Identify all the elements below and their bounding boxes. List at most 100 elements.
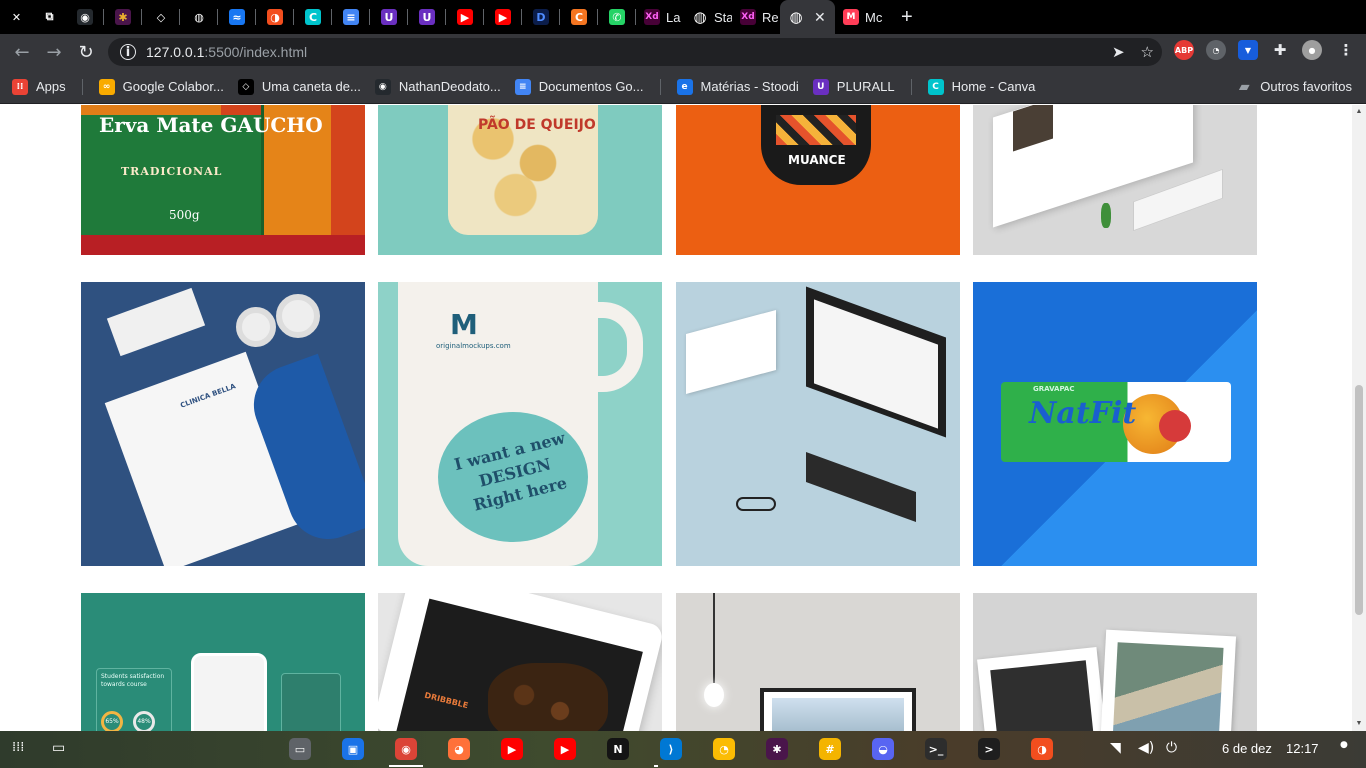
shelf-clock[interactable]: 12:17 (1286, 741, 1319, 756)
scrollbar-thumb[interactable] (1355, 385, 1363, 615)
browser-tab[interactable]: ≈ (218, 0, 256, 34)
figma-icon[interactable]: ◑ (1031, 738, 1053, 760)
messenger-icon: ≈ (229, 9, 245, 25)
close-icon: ✕ (8, 9, 25, 25)
adblock-icon[interactable]: ABP (1174, 40, 1194, 60)
launcher-icon[interactable]: ⁞⁞⁞ (12, 740, 24, 755)
bookmark-item[interactable]: ◉ NathanDeodato... (374, 78, 501, 95)
gallery-tile-pao-de-queijo-mockup[interactable]: PÃO DE QUEIJO (378, 105, 662, 255)
send-icon[interactable]: ➤ (1112, 43, 1125, 61)
hashtag-icon[interactable]: # (819, 738, 841, 760)
stoodi-icon: e (676, 78, 693, 95)
youtube-music-icon: ▶ (457, 9, 473, 25)
youtube-icon[interactable]: ▶ (501, 738, 523, 760)
bar-brand: GRAVAPAC (1033, 385, 1075, 393)
bookmark-item[interactable]: ∞ Google Colabor... (98, 78, 224, 95)
gallery-tile-muance-coffee-mockup[interactable]: MUANCE (676, 105, 960, 255)
bookmark-item[interactable]: ≡ Documentos Go... (514, 78, 644, 95)
slack-icon[interactable]: ✱ (766, 738, 788, 760)
gallery-tile-isometric-devices-mockup[interactable] (676, 282, 960, 566)
gallery-tile-mug-design-mockup[interactable]: M originalmockups.com I want a new DESIG… (378, 282, 662, 566)
close-tab-icon[interactable]: ✕ (814, 9, 826, 26)
tab-title: Sta (714, 9, 732, 25)
bookmark-star-icon[interactable]: ☆ (1141, 43, 1154, 61)
browser-tab[interactable]: U (370, 0, 408, 34)
browser-tab[interactable]: ⧉ (33, 0, 66, 34)
forward-button[interactable]: → (38, 38, 70, 66)
extension-gauge-icon[interactable]: ◔ (1206, 40, 1226, 60)
browser-tab[interactable]: C (294, 0, 332, 34)
product-weight: 500g (169, 208, 200, 222)
gallery-tile-natfit-bar-mockup[interactable]: GRAVAPAC NatFit (973, 282, 1257, 566)
gallery-tile-website-devices-mockup[interactable] (973, 105, 1257, 255)
product-caption: NatFit (1029, 396, 1137, 431)
other-bookmarks-label: Outros favoritos (1260, 79, 1352, 94)
browser-tab[interactable]: ◑ (256, 0, 294, 34)
bookmark-item[interactable]: ⁞⁞ Apps (12, 78, 66, 95)
bookmark-item[interactable]: U PLURALL (812, 78, 895, 95)
notification-dot-icon[interactable]: ● (1340, 740, 1348, 750)
wifi-icon: ◥ (1110, 740, 1121, 756)
browser-tab[interactable]: ◍ Sta (684, 0, 732, 34)
firefox-icon[interactable]: ◕ (448, 738, 470, 760)
browser-tab[interactable]: ◇ (142, 0, 180, 34)
bookmark-item[interactable]: e Matérias - Stoodi (676, 78, 799, 95)
browser-tab[interactable]: ✱ (104, 0, 142, 34)
shelf-date[interactable]: 6 de dez (1222, 741, 1272, 756)
browser-tab[interactable]: D (522, 0, 560, 34)
chrome-icon[interactable]: ◉ (395, 738, 417, 760)
browser-tab[interactable]: M Mc (835, 0, 883, 34)
extensions-puzzle-icon[interactable]: ✚ (1270, 40, 1290, 60)
gallery-tile-mobile-app-mockup[interactable]: Students satisfaction towards course 65%… (81, 593, 365, 731)
terminal-icon[interactable]: >_ (925, 738, 947, 760)
site-info-icon[interactable]: i (120, 44, 136, 60)
browser-tab[interactable]: ▶ (484, 0, 522, 34)
overview-icon[interactable]: ▭ (52, 740, 65, 756)
browser-tab[interactable]: ▶ (446, 0, 484, 34)
browser-tab[interactable]: Xd Re (732, 0, 780, 34)
youtube-music-icon[interactable]: ▶ (554, 738, 576, 760)
browser-tab[interactable]: ◉ (66, 0, 104, 34)
browser-tab[interactable]: Xd La (636, 0, 684, 34)
bitwarden-icon[interactable]: ▼ (1238, 40, 1258, 60)
browser-tab[interactable]: U (408, 0, 446, 34)
url-text[interactable]: 127.0.0.1:5500/index.html (146, 44, 307, 60)
gallery-tile-erva-mate-gaucho-mockup[interactable]: Erva Mate GAUCHO TRADICIONAL 500g (81, 105, 365, 255)
gallery-tile-lamp-frame-mockup[interactable] (676, 593, 960, 731)
bookmark-item[interactable]: C Home - Canva (927, 78, 1035, 95)
gallery-tile-stationery-branding-mockup[interactable]: CLINICA BELLA (81, 282, 365, 566)
discord-icon[interactable]: ◒ (872, 738, 894, 760)
new-tab-icon[interactable]: + (901, 6, 913, 29)
keep-icon[interactable]: ◔ (713, 738, 735, 760)
terminal-dark-icon[interactable]: > (978, 738, 1000, 760)
browser-tab[interactable]: C (560, 0, 598, 34)
bookmark-label: PLURALL (836, 79, 895, 94)
browser-tab[interactable]: ✕ (0, 0, 33, 34)
bookmark-item[interactable]: ◇ Uma caneta de... (237, 78, 361, 95)
address-bar[interactable]: i 127.0.0.1:5500/index.html ➤ ☆ (108, 38, 1162, 66)
back-button[interactable]: ← (6, 38, 38, 66)
gallery-tile-ipad-coffee-mockup[interactable]: DRIBBBLE (378, 593, 662, 731)
vscode-icon[interactable]: ⟩ (660, 738, 682, 760)
store-icon[interactable]: ▣ (342, 738, 364, 760)
running-indicator (389, 765, 423, 767)
files-icon[interactable]: ▭ (289, 738, 311, 760)
netflix-icon[interactable]: N (607, 738, 629, 760)
canva-icon: C (927, 78, 944, 95)
other-bookmarks-folder[interactable]: ▰ Outros favoritos (1236, 79, 1352, 95)
gallery-tile-photo-prints-mockup[interactable] (973, 593, 1257, 731)
browser-tab[interactable]: ✆ (598, 0, 636, 34)
mug-brand: originalmockups.com (436, 342, 511, 350)
menu-kebab-icon[interactable]: ⋮ (1336, 40, 1356, 60)
browser-tab[interactable]: ≡ (332, 0, 370, 34)
scroll-up-icon[interactable]: ▲ (1355, 108, 1363, 116)
slack-icon: ✱ (115, 9, 131, 25)
codesandbox-icon: ◇ (153, 9, 169, 25)
browser-tab[interactable]: ◍ (180, 0, 218, 34)
page-scrollbar[interactable]: ▲ ▼ (1352, 105, 1366, 731)
scroll-down-icon[interactable]: ▼ (1355, 720, 1363, 728)
profile-avatar[interactable]: ● (1302, 40, 1322, 60)
active-browser-tab[interactable]: ◍ ✕ (780, 0, 835, 34)
reload-button[interactable]: ↻ (70, 38, 102, 66)
bookmark-label: Apps (36, 79, 66, 94)
